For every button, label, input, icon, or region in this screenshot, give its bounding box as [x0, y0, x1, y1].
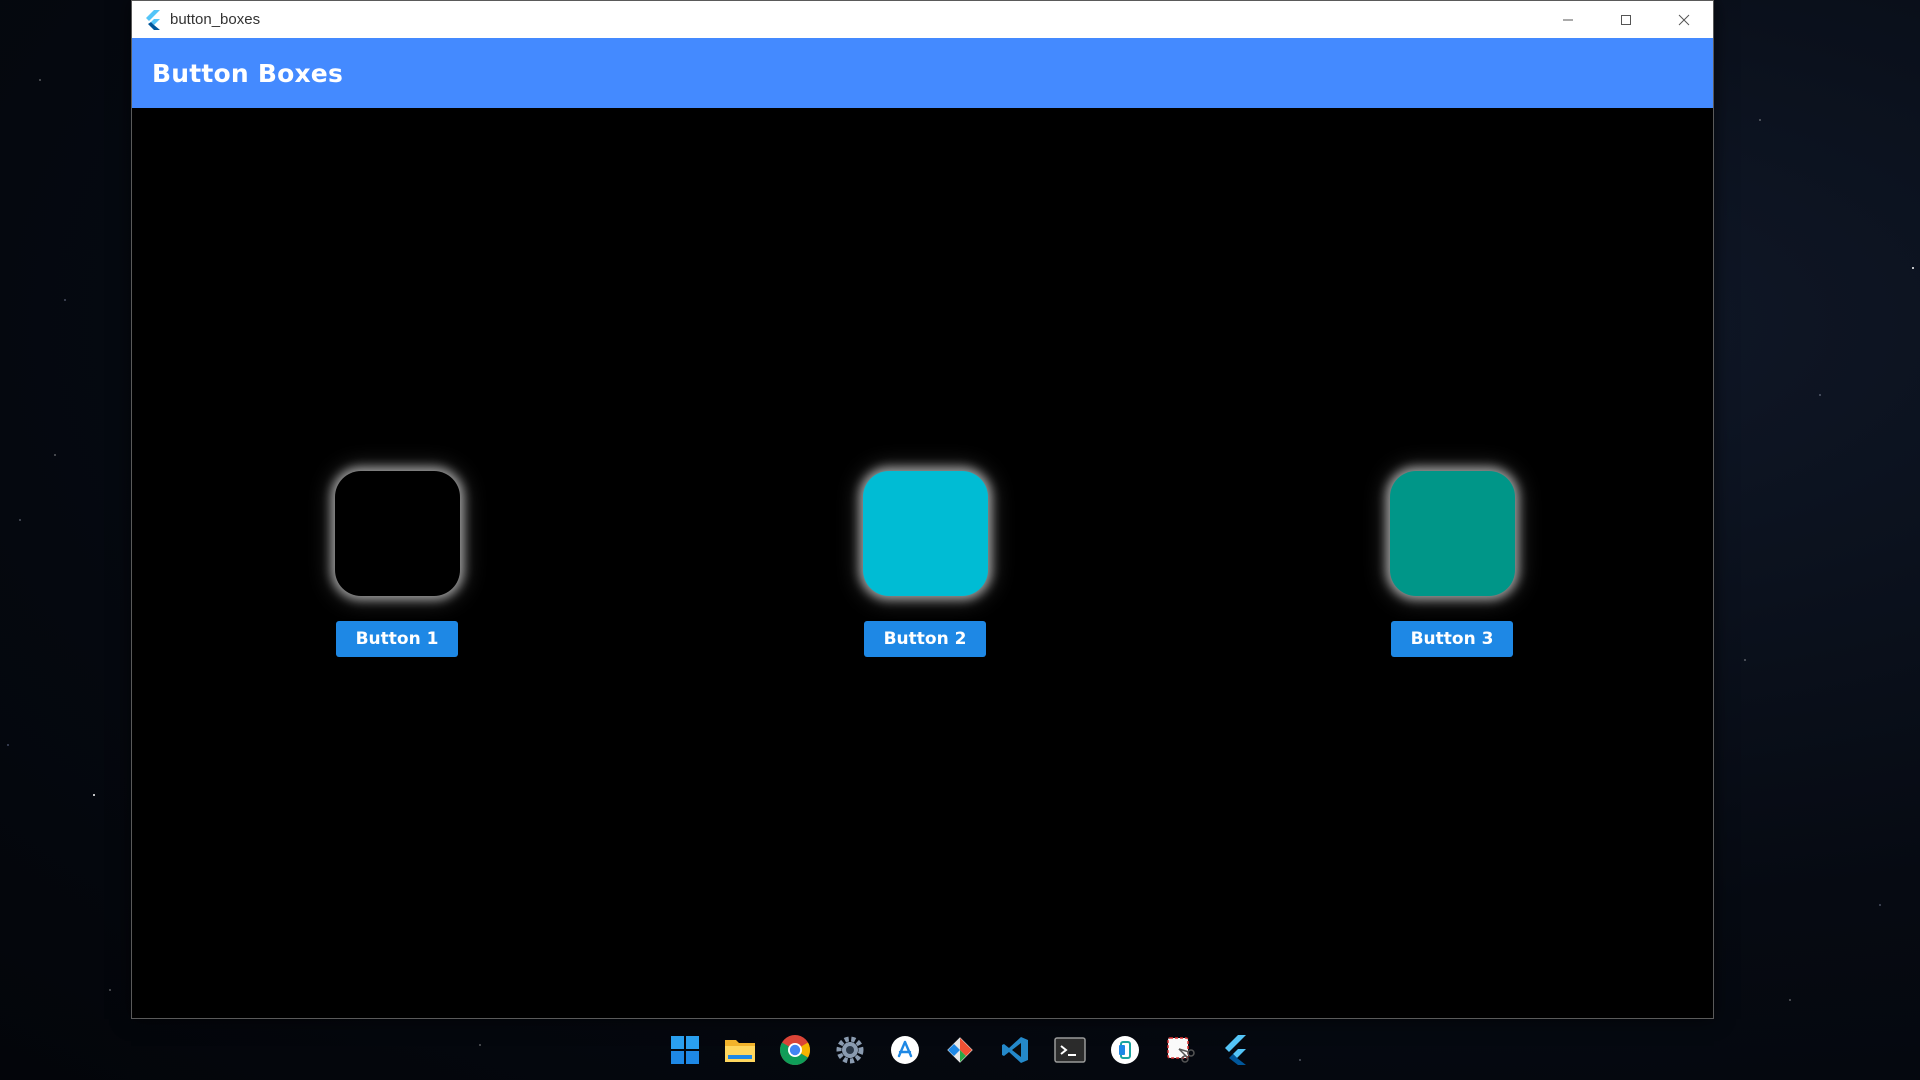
- button-3[interactable]: Button 3: [1390, 621, 1514, 657]
- title-bar[interactable]: button_boxes: [132, 1, 1713, 38]
- app-bar-title: Button Boxes: [152, 58, 344, 88]
- color-box-2: [862, 471, 988, 596]
- windows-start-icon[interactable]: [658, 1025, 713, 1075]
- flutter-icon: [144, 9, 164, 31]
- maximize-button[interactable]: [1597, 1, 1655, 38]
- content-area: Button 1 Button 2 Button 3: [132, 108, 1713, 1018]
- settings-icon[interactable]: [823, 1025, 878, 1075]
- close-button[interactable]: [1655, 1, 1713, 38]
- vscode-icon[interactable]: [988, 1025, 1043, 1075]
- button-box-item-1: Button 1: [332, 471, 462, 657]
- minimize-button[interactable]: [1539, 1, 1597, 38]
- window-controls: [1539, 1, 1713, 38]
- minimize-icon: [1562, 14, 1574, 26]
- app-window: button_boxes Button Boxes Button 1 Butto…: [131, 0, 1714, 1019]
- button-box-item-2: Button 2: [860, 471, 990, 657]
- maximize-icon: [1620, 14, 1632, 26]
- flutter-icon[interactable]: [1208, 1025, 1263, 1075]
- button-box-item-3: Button 3: [1387, 471, 1517, 657]
- terminal-icon[interactable]: [1043, 1025, 1098, 1075]
- snipping-tool-icon[interactable]: [1153, 1025, 1208, 1075]
- phone-link-icon[interactable]: [1098, 1025, 1153, 1075]
- window-title: button_boxes: [170, 11, 261, 28]
- app-store-icon[interactable]: [878, 1025, 933, 1075]
- app-bar: Button Boxes: [132, 38, 1713, 108]
- file-explorer-icon[interactable]: [713, 1025, 768, 1075]
- button-1[interactable]: Button 1: [335, 621, 459, 657]
- color-box-1: [334, 471, 460, 596]
- button-2[interactable]: Button 2: [863, 621, 987, 657]
- taskbar: [0, 1020, 1920, 1080]
- chrome-icon[interactable]: [768, 1025, 823, 1075]
- color-box-3: [1389, 471, 1515, 596]
- git-icon[interactable]: [933, 1025, 988, 1075]
- close-icon: [1678, 14, 1690, 26]
